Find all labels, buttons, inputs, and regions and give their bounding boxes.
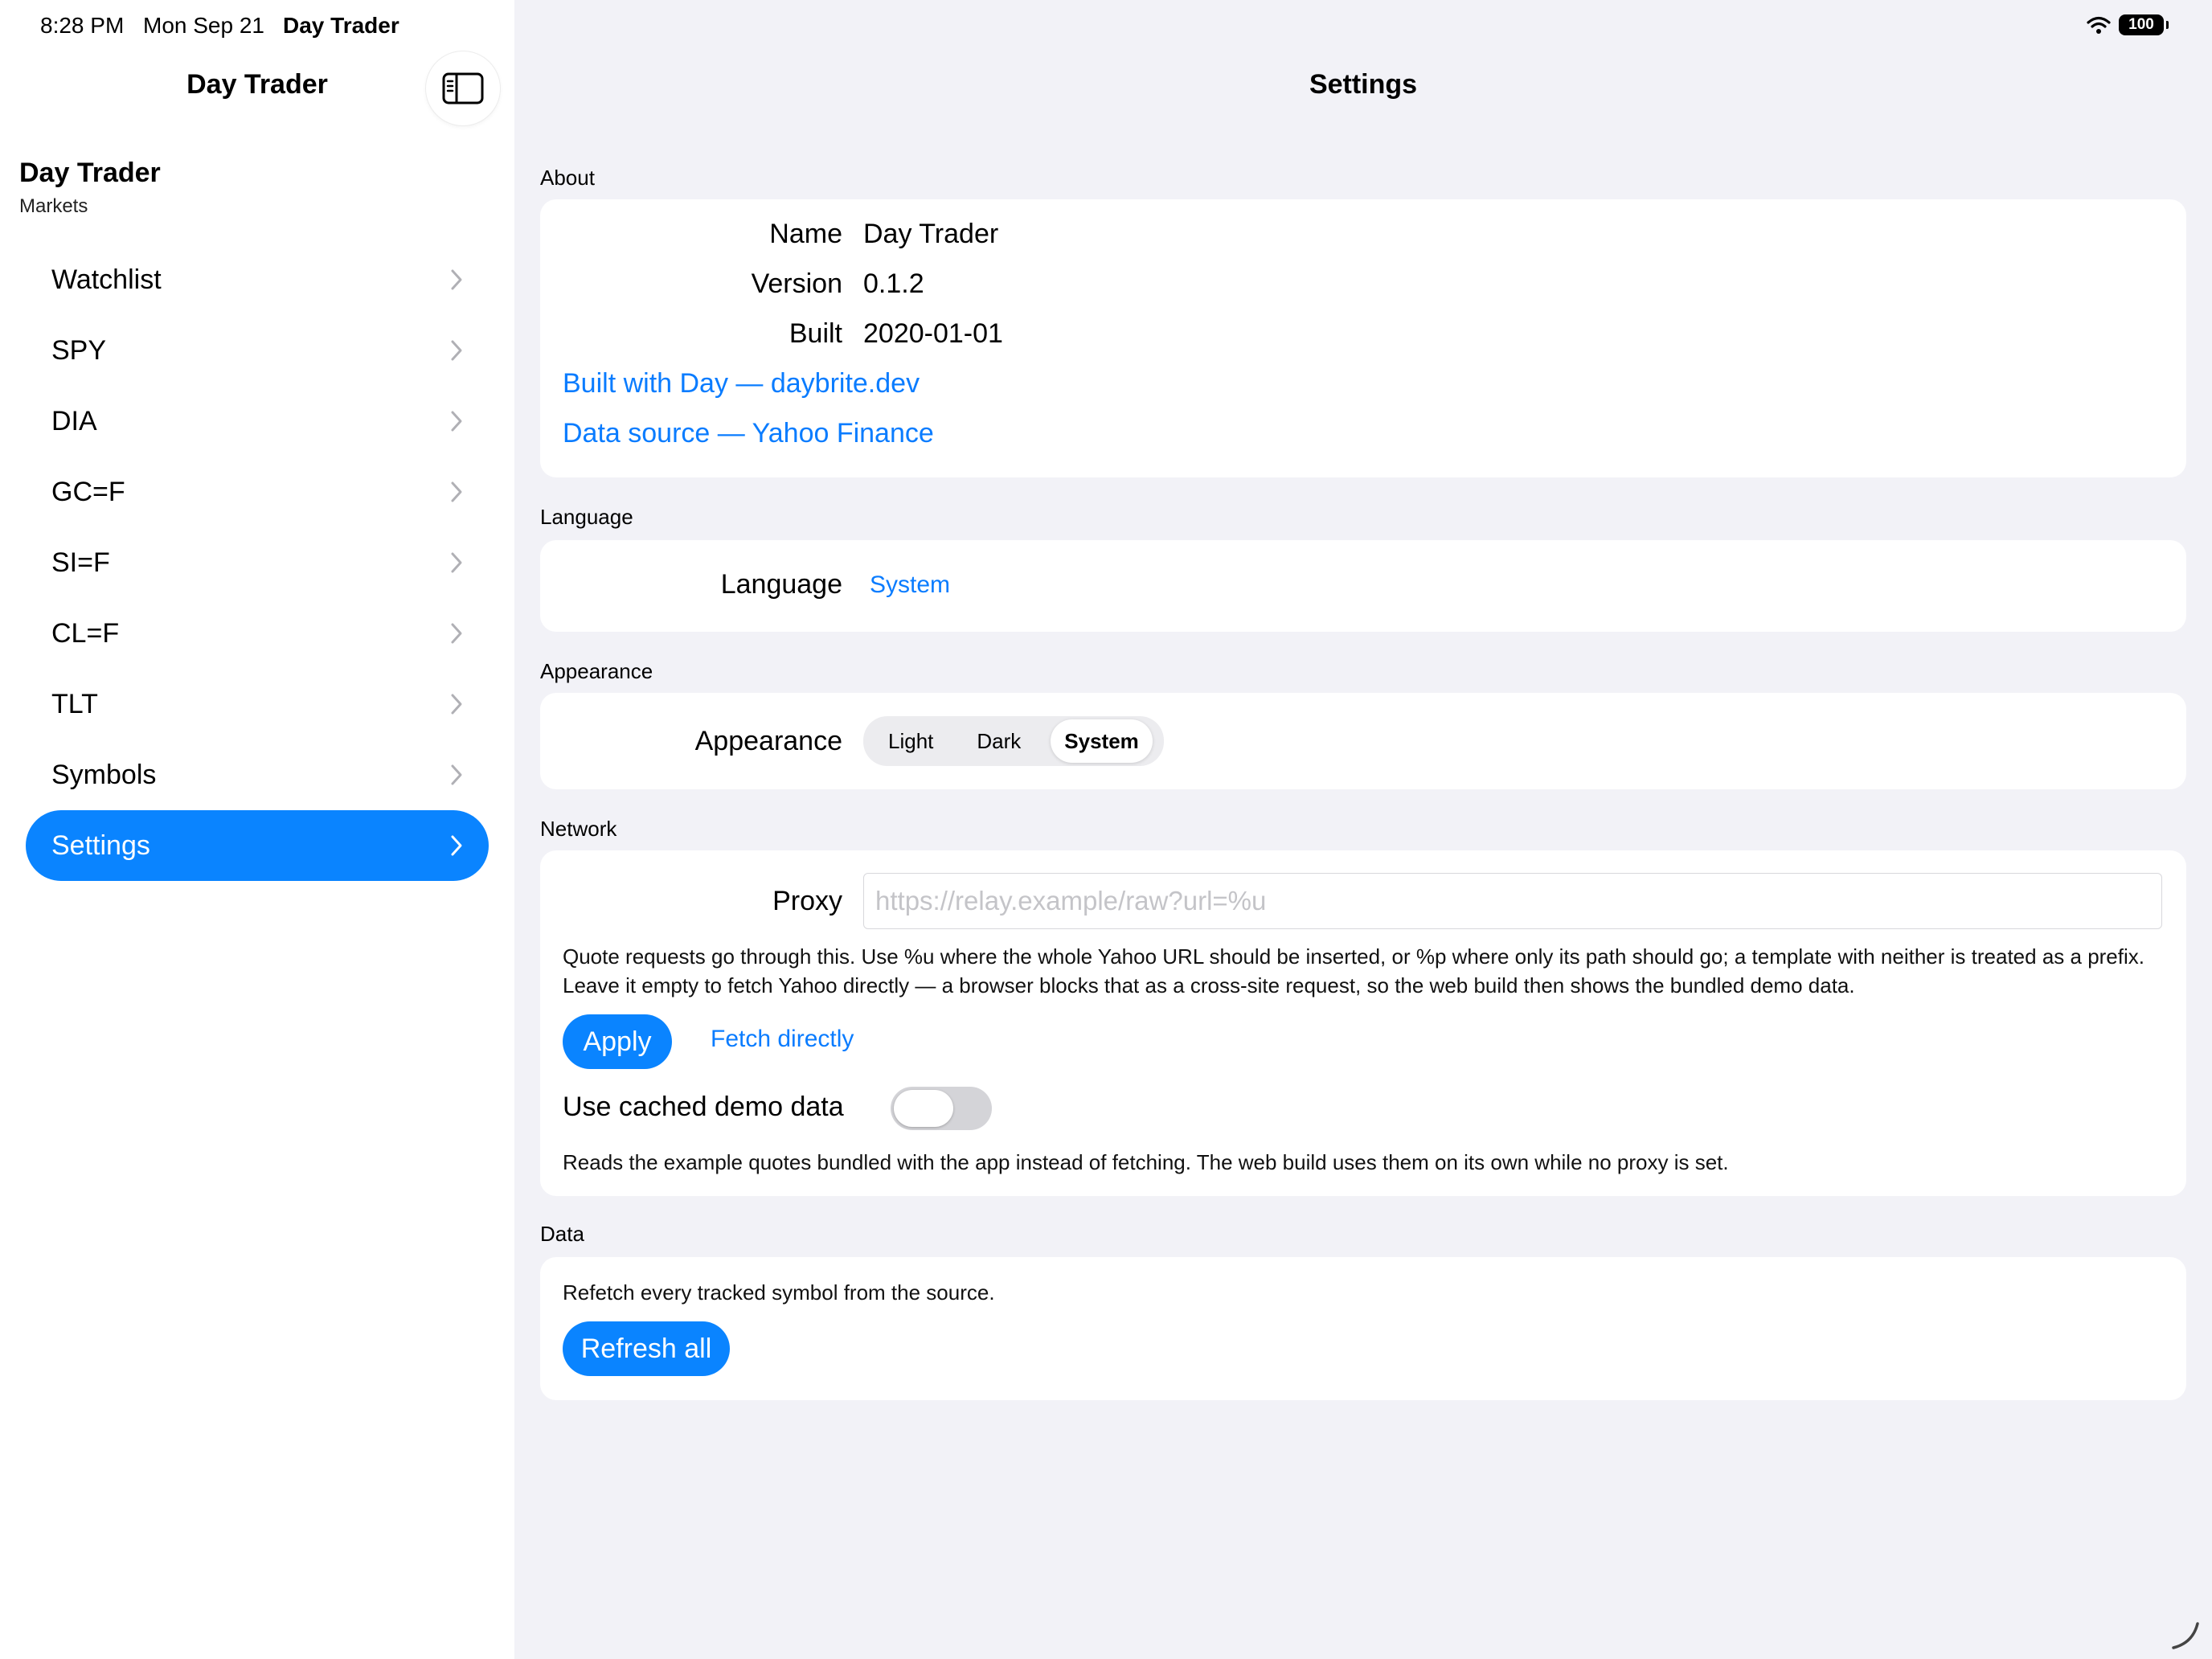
section-label-language: Language	[540, 505, 633, 529]
sidebar-item-gcf[interactable]: GC=F	[26, 457, 489, 527]
resize-corner-icon	[2172, 1622, 2199, 1649]
status-time: 8:28 PM	[40, 13, 125, 38]
sidebar-item-label: DIA	[51, 405, 97, 436]
chevron-right-icon	[451, 411, 462, 432]
data-card: Refetch every tracked symbol from the so…	[540, 1257, 2186, 1400]
sidebar-item-symbols[interactable]: Symbols	[26, 739, 489, 810]
sidebar-item-label: Symbols	[51, 759, 157, 790]
appearance-row: Appearance Light Dark System	[540, 716, 1164, 766]
chevron-right-icon	[451, 340, 462, 361]
sidebar-item-dia[interactable]: DIA	[26, 386, 489, 457]
status-indicators: 100	[2087, 14, 2169, 35]
chevron-right-icon	[451, 552, 462, 573]
appearance-option-light[interactable]: Light	[875, 719, 947, 763]
sidebar-item-label: GC=F	[51, 476, 125, 507]
section-label-data: Data	[540, 1222, 584, 1246]
appearance-card: Appearance Light Dark System	[540, 693, 2186, 789]
sidebar-item-label: SI=F	[51, 547, 110, 578]
chevron-right-icon	[451, 623, 462, 644]
sidebar-item-label: SPY	[51, 334, 107, 366]
chevron-right-icon	[451, 764, 462, 785]
sidebar-item-label: CL=F	[51, 617, 120, 649]
status-app-name: Day Trader	[283, 13, 399, 38]
sidebar-item-tlt[interactable]: TLT	[26, 669, 489, 739]
sidebar-item-settings[interactable]: Settings	[26, 810, 489, 881]
name-value: Day Trader	[863, 219, 999, 249]
chevron-right-icon	[451, 269, 462, 290]
proxy-label: Proxy	[772, 885, 842, 916]
about-row-name: Name Day Trader	[540, 219, 998, 250]
appearance-option-system[interactable]: System	[1051, 719, 1153, 763]
sidebar-item-label: Watchlist	[51, 264, 162, 295]
chevron-right-icon	[451, 835, 462, 856]
chevron-right-icon	[451, 481, 462, 502]
sidebar-toggle-icon	[442, 72, 484, 104]
data-source-link[interactable]: Data source — Yahoo Finance	[563, 418, 934, 449]
built-value: 2020-01-01	[863, 318, 1003, 349]
sidebar-nav-list: Watchlist SPY DIA GC=F SI=F CL=F TLT Sym…	[26, 244, 489, 881]
data-description: Refetch every tracked symbol from the so…	[563, 1280, 995, 1305]
built-label: Built	[789, 318, 842, 349]
network-card: Proxy Quote requests go through this. Us…	[540, 850, 2186, 1196]
about-row-link-day: Built with Day — daybrite.dev	[563, 368, 920, 399]
page-title: Settings	[1309, 69, 1418, 100]
sidebar-section-title: Day Trader	[19, 158, 161, 188]
cached-demo-toggle[interactable]	[891, 1087, 992, 1130]
about-row-link-source: Data source — Yahoo Finance	[563, 418, 934, 449]
section-label-network: Network	[540, 817, 617, 841]
built-with-day-link[interactable]: Built with Day — daybrite.dev	[563, 368, 920, 399]
sidebar-item-clf[interactable]: CL=F	[26, 598, 489, 669]
section-label-appearance: Appearance	[540, 659, 653, 683]
status-date: Mon Sep 21	[143, 13, 264, 38]
version-label: Version	[751, 268, 842, 299]
version-value: 0.1.2	[863, 268, 924, 299]
about-row-built: Built 2020-01-01	[540, 318, 1003, 350]
apply-button[interactable]: Apply	[563, 1014, 672, 1069]
chevron-right-icon	[451, 694, 462, 715]
language-label: Language	[720, 569, 842, 600]
battery-icon: 100	[2119, 14, 2169, 35]
appearance-label: Appearance	[694, 725, 842, 756]
cached-demo-label: Use cached demo data	[563, 1092, 844, 1122]
language-card: Language System	[540, 540, 2186, 632]
sidebar-section-subtitle: Markets	[19, 195, 88, 217]
about-card: Name Day Trader Version 0.1.2 Built 2020…	[540, 199, 2186, 477]
sidebar-item-label: TLT	[51, 688, 98, 719]
wifi-icon	[2087, 16, 2111, 34]
about-row-version: Version 0.1.2	[540, 268, 924, 300]
sidebar-item-spy[interactable]: SPY	[26, 315, 489, 386]
appearance-option-dark[interactable]: Dark	[963, 719, 1034, 763]
refresh-all-button[interactable]: Refresh all	[563, 1321, 730, 1376]
sidebar-item-sif[interactable]: SI=F	[26, 527, 489, 598]
section-label-about: About	[540, 166, 595, 190]
battery-level: 100	[2128, 16, 2154, 33]
cached-demo-help-text: Reads the example quotes bundled with th…	[563, 1150, 1729, 1174]
language-picker[interactable]: System	[870, 571, 950, 599]
sidebar-item-label: Settings	[51, 830, 150, 861]
settings-panel: 100 Settings About Name Day Trader Versi…	[514, 0, 2212, 1659]
appearance-segmented-control: Light Dark System	[863, 716, 1164, 766]
sidebar-toggle-button[interactable]	[426, 51, 500, 125]
sidebar: 8:28 PM Mon Sep 21 Day Trader Day Trader…	[0, 0, 514, 1659]
fetch-directly-button[interactable]: Fetch directly	[711, 1026, 854, 1053]
toggle-knob	[894, 1090, 953, 1127]
proxy-row: Proxy	[540, 873, 2162, 929]
name-label: Name	[769, 219, 842, 249]
sidebar-item-watchlist[interactable]: Watchlist	[26, 244, 489, 315]
language-row: Language System	[540, 569, 950, 600]
proxy-input[interactable]	[863, 873, 2162, 929]
proxy-help-text: Quote requests go through this. Use %u w…	[563, 944, 2144, 997]
